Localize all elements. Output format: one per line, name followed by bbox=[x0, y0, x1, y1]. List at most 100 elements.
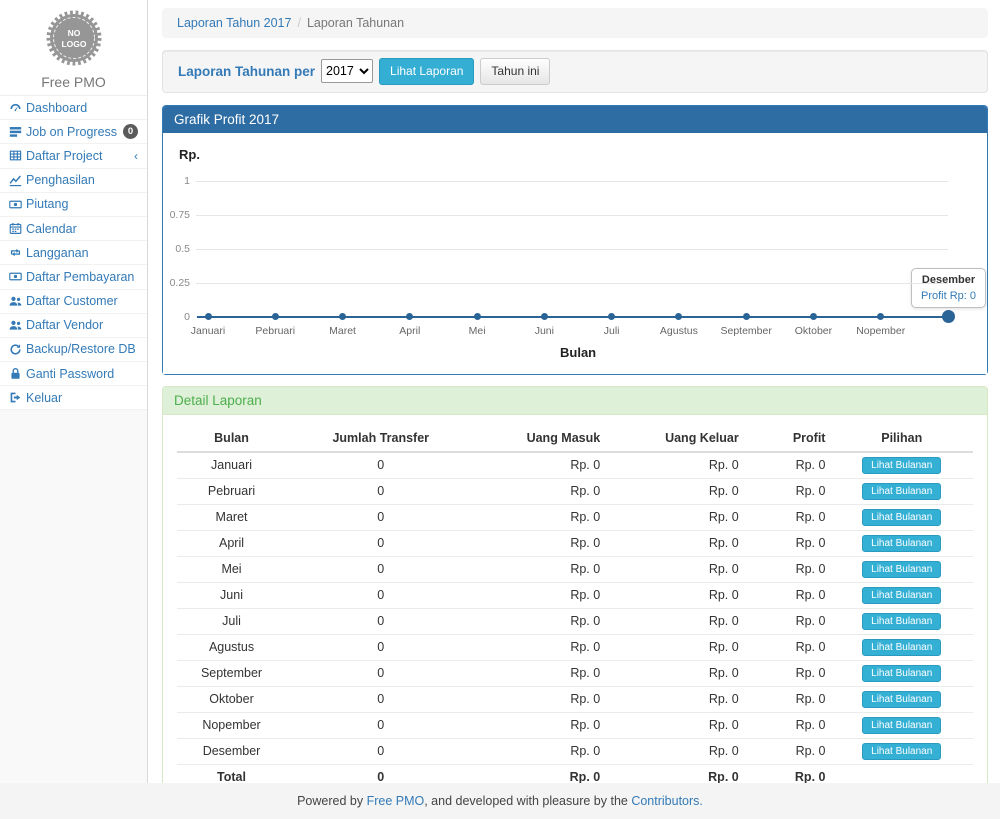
chevron-left-icon: ‹ bbox=[134, 150, 138, 162]
cell-profit: Rp. 0 bbox=[744, 582, 831, 608]
chart-point-juni[interactable] bbox=[541, 313, 548, 320]
chart-series-line bbox=[197, 316, 948, 318]
view-monthly-button[interactable]: Lihat Bulanan bbox=[862, 691, 941, 708]
chart-point-juli[interactable] bbox=[608, 313, 615, 320]
view-monthly-button[interactable]: Lihat Bulanan bbox=[862, 587, 941, 604]
lock-icon bbox=[9, 367, 26, 380]
chart-tooltip: Desember Profit Rp: 0 bbox=[911, 268, 986, 308]
view-monthly-button[interactable]: Lihat Bulanan bbox=[862, 743, 941, 760]
breadcrumb-link-laporan-tahun[interactable]: Laporan Tahun 2017 bbox=[177, 16, 291, 30]
sidebar-item-backup-restore-db[interactable]: Backup/Restore DB bbox=[0, 338, 147, 362]
sidebar-item-label: Langganan bbox=[26, 246, 89, 260]
cell-pilihan: Lihat Bulanan bbox=[830, 504, 973, 530]
cell-jumlah-transfer: 0 bbox=[286, 452, 475, 479]
chart-point-pebruari[interactable] bbox=[272, 313, 279, 320]
table-row: Nopember0Rp. 0Rp. 0Rp. 0Lihat Bulanan bbox=[177, 712, 973, 738]
sidebar-item-penghasilan[interactable]: Penghasilan bbox=[0, 169, 147, 193]
dashboard-icon bbox=[9, 101, 26, 114]
sidebar-item-daftar-customer[interactable]: Daftar Customer bbox=[0, 290, 147, 314]
sidebar-item-ganti-password[interactable]: Ganti Password bbox=[0, 362, 147, 386]
calendar-icon bbox=[9, 222, 26, 235]
year-select[interactable]: 2017 bbox=[321, 59, 373, 83]
table-icon bbox=[9, 149, 26, 162]
cell-uang-keluar: Rp. 0 bbox=[605, 504, 744, 530]
footer-link-contributors[interactable]: Contributors. bbox=[631, 794, 703, 808]
view-monthly-button[interactable]: Lihat Bulanan bbox=[862, 717, 941, 734]
footer-link-free-pmo[interactable]: Free PMO bbox=[367, 794, 425, 808]
tooltip-value: Profit Rp: 0 bbox=[921, 290, 976, 302]
view-monthly-button[interactable]: Lihat Bulanan bbox=[862, 509, 941, 526]
cell-profit: Rp. 0 bbox=[744, 738, 831, 764]
view-monthly-button[interactable]: Lihat Bulanan bbox=[862, 561, 941, 578]
table-row: Oktober0Rp. 0Rp. 0Rp. 0Lihat Bulanan bbox=[177, 686, 973, 712]
chart-point-nopember[interactable] bbox=[877, 313, 884, 320]
sidebar-item-daftar-project[interactable]: Daftar Project ‹ bbox=[0, 144, 147, 168]
cell-uang-masuk: Rp. 0 bbox=[475, 504, 605, 530]
sidebar-item-job-on-progress[interactable]: Job on Progress0 bbox=[0, 120, 147, 144]
view-monthly-button[interactable]: Lihat Bulanan bbox=[862, 457, 941, 474]
breadcrumb: Laporan Tahun 2017/Laporan Tahunan bbox=[162, 8, 988, 38]
column-header: Jumlah Transfer bbox=[286, 425, 475, 452]
sidebar-item-calendar[interactable]: Calendar bbox=[0, 217, 147, 241]
column-header: Bulan bbox=[177, 425, 286, 452]
sidebar-item-daftar-vendor[interactable]: Daftar Vendor bbox=[0, 314, 147, 338]
svg-text:LOGO: LOGO bbox=[61, 39, 86, 49]
chart-x-tick-label: Pebruari bbox=[243, 325, 307, 337]
retweet-icon bbox=[9, 246, 26, 259]
logo-box[interactable]: NO LOGO Free PMO bbox=[0, 0, 147, 96]
chart-point-oktober[interactable] bbox=[810, 313, 817, 320]
cell-uang-masuk: Rp. 0 bbox=[475, 530, 605, 556]
no-logo-seal-icon: NO LOGO bbox=[43, 7, 105, 69]
chart-point-januari[interactable] bbox=[205, 313, 212, 320]
sidebar-item-piutang[interactable]: Piutang bbox=[0, 193, 147, 217]
chart-x-tick-label: Oktober bbox=[781, 325, 845, 337]
profit-chart-panel: Grafik Profit 2017 Rp. Desember Profit R… bbox=[162, 105, 988, 375]
cell-bulan: September bbox=[177, 660, 286, 686]
breadcrumb-separator: / bbox=[297, 16, 300, 30]
view-monthly-button[interactable]: Lihat Bulanan bbox=[862, 483, 941, 500]
sidebar-item-label: Daftar Project bbox=[26, 149, 102, 163]
cell-bulan: Mei bbox=[177, 556, 286, 582]
chart-point-desember[interactable] bbox=[942, 310, 955, 323]
view-monthly-button[interactable]: Lihat Bulanan bbox=[862, 613, 941, 630]
cell-jumlah-transfer: 0 bbox=[286, 686, 475, 712]
cell-bulan: Oktober bbox=[177, 686, 286, 712]
view-monthly-button[interactable]: Lihat Bulanan bbox=[862, 639, 941, 656]
tasks-icon bbox=[9, 125, 26, 138]
chart-point-april[interactable] bbox=[406, 313, 413, 320]
cell-pilihan: Lihat Bulanan bbox=[830, 738, 973, 764]
chart-point-mei[interactable] bbox=[474, 313, 481, 320]
column-header: Profit bbox=[744, 425, 831, 452]
sidebar-item-dashboard[interactable]: Dashboard bbox=[0, 96, 147, 120]
footer-text-middle: , and developed with pleasure by the bbox=[424, 794, 631, 808]
cell-uang-masuk: Rp. 0 bbox=[475, 478, 605, 504]
cell-uang-keluar: Rp. 0 bbox=[605, 634, 744, 660]
cell-jumlah-transfer: 0 bbox=[286, 660, 475, 686]
chart-point-september[interactable] bbox=[743, 313, 750, 320]
this-year-button[interactable]: Tahun ini bbox=[480, 58, 550, 85]
cell-uang-keluar: Rp. 0 bbox=[605, 478, 744, 504]
chart-y-tick-label: 0 bbox=[163, 311, 190, 323]
table-row: Mei0Rp. 0Rp. 0Rp. 0Lihat Bulanan bbox=[177, 556, 973, 582]
cell-uang-keluar: Rp. 0 bbox=[605, 738, 744, 764]
sidebar-item-daftar-pembayaran[interactable]: Daftar Pembayaran bbox=[0, 265, 147, 289]
view-report-button[interactable]: Lihat Laporan bbox=[379, 58, 474, 85]
cell-bulan: Juli bbox=[177, 608, 286, 634]
cell-uang-keluar: Rp. 0 bbox=[605, 660, 744, 686]
chart-point-agustus[interactable] bbox=[675, 313, 682, 320]
sidebar-item-langganan[interactable]: Langganan bbox=[0, 241, 147, 265]
cell-jumlah-transfer: 0 bbox=[286, 634, 475, 660]
view-monthly-button[interactable]: Lihat Bulanan bbox=[862, 535, 941, 552]
view-monthly-button[interactable]: Lihat Bulanan bbox=[862, 665, 941, 682]
chart-gridline bbox=[196, 249, 948, 250]
cell-bulan: Juni bbox=[177, 582, 286, 608]
chart-point-maret[interactable] bbox=[339, 313, 346, 320]
chart-y-tick-label: 0.5 bbox=[163, 243, 190, 255]
cell-profit: Rp. 0 bbox=[744, 686, 831, 712]
chart-y-axis-title: Rp. bbox=[179, 147, 200, 162]
sidebar-item-keluar[interactable]: Keluar bbox=[0, 386, 147, 410]
cell-profit: Rp. 0 bbox=[744, 660, 831, 686]
chart-x-tick-label: Januari bbox=[176, 325, 240, 337]
cell-pilihan: Lihat Bulanan bbox=[830, 712, 973, 738]
table-row: Maret0Rp. 0Rp. 0Rp. 0Lihat Bulanan bbox=[177, 504, 973, 530]
